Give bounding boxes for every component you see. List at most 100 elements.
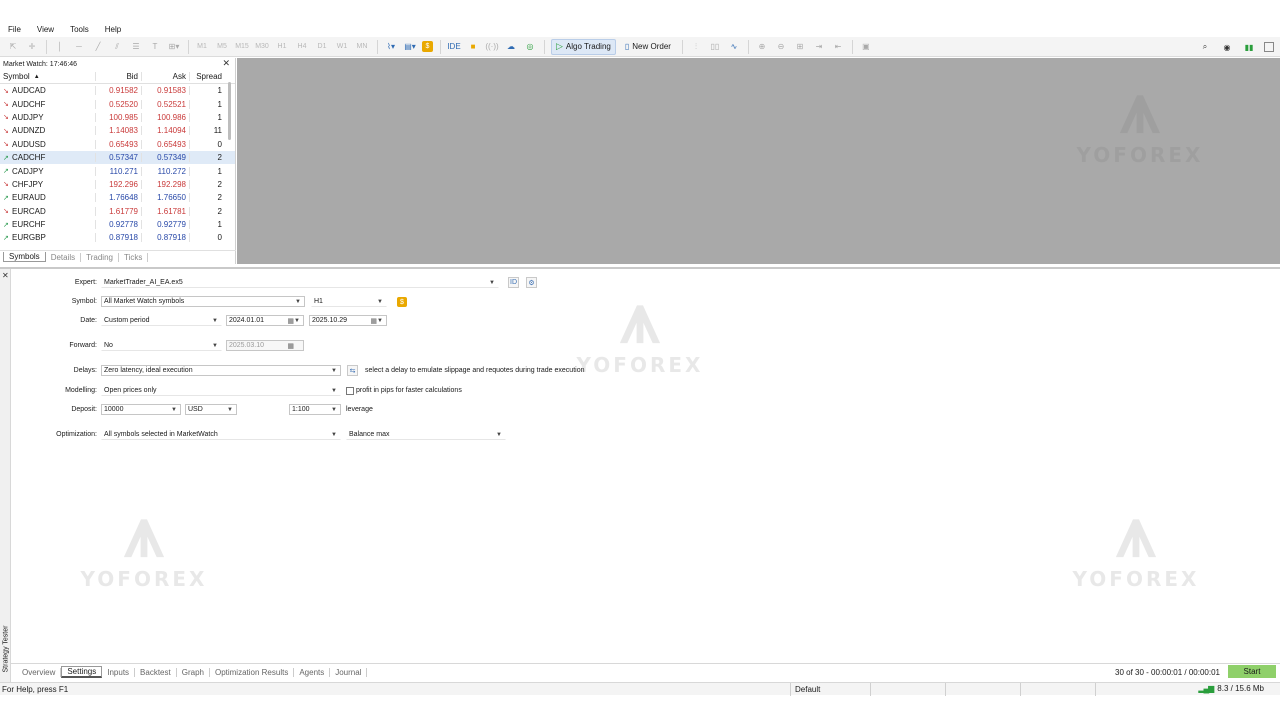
line-chart-icon[interactable]: ∿: [727, 39, 741, 55]
date-to-field[interactable]: 2025.10.29 ▦ ▼: [309, 315, 387, 326]
optimization-criterion-select[interactable]: Balance max ▼: [346, 429, 506, 440]
bar-chart-icon[interactable]: ⫶: [689, 39, 703, 55]
column-header-symbol[interactable]: Symbol ▲: [0, 72, 95, 81]
column-header-spread[interactable]: Spread: [189, 72, 225, 81]
table-row[interactable]: ↘ EURCAD 1.61779 1.61781 2: [0, 205, 235, 218]
delay-settings-icon[interactable]: ⇆: [347, 365, 358, 376]
lock-icon[interactable]: ■: [466, 39, 480, 55]
table-row[interactable]: ↘ AUDCHF 0.52520 0.52521 1: [0, 97, 235, 110]
modelling-select[interactable]: Open prices only ▼: [101, 385, 341, 396]
timeframe-h1[interactable]: H1: [275, 39, 289, 55]
table-row[interactable]: ↘ AUDJPY 100.985 100.986 1: [0, 111, 235, 124]
equidistant-channel-icon[interactable]: ⫽: [110, 39, 124, 55]
deposit-field[interactable]: 10000 ▼: [101, 404, 181, 415]
leverage-select[interactable]: 1:100 ▼: [289, 404, 341, 415]
vertical-line-icon[interactable]: │: [53, 39, 67, 55]
vps-icon[interactable]: ☁: [504, 39, 518, 55]
scrollbar[interactable]: [228, 82, 231, 140]
horizontal-line-icon[interactable]: ─: [72, 39, 86, 55]
profit-in-pips-checkbox[interactable]: [346, 387, 354, 395]
maximize-icon[interactable]: [1264, 42, 1274, 52]
candlestick-icon[interactable]: ▯▯: [708, 39, 722, 55]
table-row[interactable]: ↘ CHFJPY 192.296 192.298 2: [0, 178, 235, 191]
currency-select[interactable]: USD ▼: [185, 404, 237, 415]
market-icon[interactable]: $: [422, 41, 433, 52]
timeframe-w1[interactable]: W1: [335, 39, 349, 55]
forward-select[interactable]: No ▼: [101, 340, 222, 351]
menu-view[interactable]: View: [33, 25, 58, 34]
tab-inputs[interactable]: Inputs: [102, 667, 136, 677]
connection-icon[interactable]: ▮▮: [1242, 39, 1256, 55]
fibonacci-icon[interactable]: ☰: [129, 39, 143, 55]
tab-trading[interactable]: Trading: [81, 252, 119, 262]
crosshair-icon[interactable]: ✛: [25, 39, 39, 55]
new-order-button[interactable]: ▯ New Order: [621, 39, 675, 55]
templates-icon[interactable]: ▤▾: [403, 39, 417, 55]
table-row[interactable]: ↗ CADJPY 110.271 110.272 1: [0, 164, 235, 177]
text-icon[interactable]: T: [148, 39, 162, 55]
algo-trading-button[interactable]: ▷ Algo Trading: [551, 38, 616, 55]
menu-file[interactable]: File: [4, 25, 25, 34]
table-row[interactable]: ↗ EURGBP 0.87918 0.87918 0: [0, 231, 235, 244]
timeframe-d1[interactable]: D1: [315, 39, 329, 55]
table-row[interactable]: ↘ AUDUSD 0.65493 0.65493 0: [0, 138, 235, 151]
close-icon[interactable]: ✕: [222, 58, 230, 69]
trendline-icon[interactable]: ╱: [91, 39, 105, 55]
chart-area[interactable]: ⩚ YOFOREX: [237, 58, 1280, 264]
tab-journal[interactable]: Journal: [330, 667, 368, 677]
column-header-bid[interactable]: Bid: [95, 72, 141, 81]
tab-graph[interactable]: Graph: [177, 667, 210, 677]
menu-tools[interactable]: Tools: [66, 25, 93, 34]
expert-select[interactable]: MarketTrader_AI_EA.ex5 ▼: [101, 277, 499, 288]
tab-ticks[interactable]: Ticks: [119, 252, 149, 262]
close-icon[interactable]: ✕: [2, 271, 9, 280]
date-from-field[interactable]: 2024.01.01 ▦ ▼: [226, 315, 304, 326]
timeframe-h4[interactable]: H4: [295, 39, 309, 55]
timeframe-m30[interactable]: M30: [255, 39, 269, 55]
timeframe-m5[interactable]: M5: [215, 39, 229, 55]
chart-shift-icon[interactable]: ⇤: [831, 39, 845, 55]
tab-settings[interactable]: Settings: [61, 666, 103, 678]
tab-optimization-results[interactable]: Optimization Results: [210, 667, 295, 677]
column-header-ask[interactable]: Ask: [141, 72, 189, 81]
tab-agents[interactable]: Agents: [294, 667, 331, 677]
account-icon[interactable]: ◉: [1220, 39, 1234, 55]
tab-details[interactable]: Details: [46, 252, 82, 262]
tab-backtest[interactable]: Backtest: [135, 667, 177, 677]
tab-overview[interactable]: Overview: [17, 667, 62, 677]
forward-date-field[interactable]: 2025.03.10 ▦: [226, 340, 304, 351]
zoom-out-icon[interactable]: ⊖: [774, 39, 788, 55]
zoom-in-icon[interactable]: ⊕: [755, 39, 769, 55]
table-row[interactable]: ↗ EURCHF 0.92778 0.92779 1: [0, 218, 235, 231]
screenshot-icon[interactable]: ▣: [859, 39, 873, 55]
market-icon[interactable]: $: [397, 297, 407, 307]
shapes-icon[interactable]: ⊞▾: [167, 39, 181, 55]
table-row[interactable]: ↗ EURAUD 1.76648 1.76650 2: [0, 191, 235, 204]
autoscroll-icon[interactable]: ⇥: [812, 39, 826, 55]
calendar-icon[interactable]: ▦: [287, 317, 294, 325]
timeframe-m15[interactable]: M15: [235, 39, 249, 55]
delays-select[interactable]: Zero latency, ideal execution ▼: [101, 365, 341, 376]
gear-icon[interactable]: ⚙: [526, 277, 537, 288]
menu-help[interactable]: Help: [101, 25, 125, 34]
tile-windows-icon[interactable]: ⊞: [793, 39, 807, 55]
calendar-icon[interactable]: ▦: [370, 317, 377, 325]
tab-symbols[interactable]: Symbols: [3, 252, 46, 262]
ide-icon[interactable]: ID: [508, 277, 519, 288]
date-period-select[interactable]: Custom period ▼: [101, 315, 222, 326]
cursor-icon[interactable]: ⇱: [6, 39, 20, 55]
search-icon[interactable]: ⌕: [1198, 39, 1212, 55]
symbol-select[interactable]: All Market Watch symbols ▼: [101, 296, 305, 307]
optimization-select[interactable]: All symbols selected in MarketWatch ▼: [101, 429, 341, 440]
globe-icon[interactable]: ◎: [523, 39, 537, 55]
table-row[interactable]: ↘ AUDNZD 1.14083 1.14094 11: [0, 124, 235, 137]
ide-button[interactable]: IDE: [447, 39, 461, 55]
start-button[interactable]: Start: [1228, 665, 1276, 678]
timeframe-select[interactable]: H1 ▼: [311, 296, 387, 307]
status-profile[interactable]: Default: [790, 682, 870, 696]
signal-icon[interactable]: ((·)): [485, 39, 499, 55]
table-row[interactable]: ↘ AUDCAD 0.91582 0.91583 1: [0, 84, 235, 97]
timeframe-m1[interactable]: M1: [195, 39, 209, 55]
indicators-icon[interactable]: ⌇▾: [384, 39, 398, 55]
timeframe-mn[interactable]: MN: [355, 39, 369, 55]
